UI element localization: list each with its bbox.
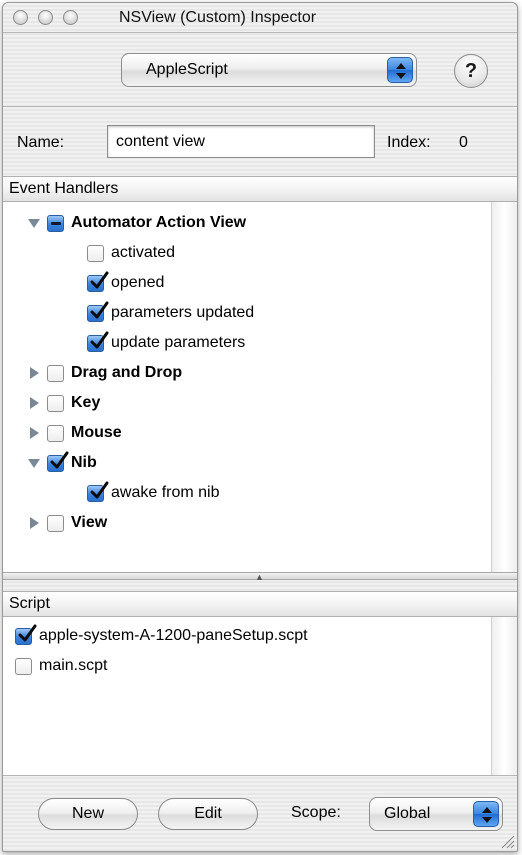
outline-group-row[interactable]: Drag and Drop bbox=[27, 358, 182, 388]
outline-group-row[interactable]: Automator Action View bbox=[27, 208, 246, 238]
edit-button[interactable]: Edit bbox=[158, 798, 258, 830]
script-label: main.scpt bbox=[39, 657, 108, 674]
index-value: 0 bbox=[459, 134, 468, 151]
scope-popup[interactable]: Global bbox=[369, 797, 503, 831]
script-list: apple-system-A-1200-paneSetup.scpt main.… bbox=[3, 617, 517, 775]
event-handlers-header-label: Event Handlers bbox=[9, 180, 119, 197]
script-checkbox[interactable] bbox=[15, 624, 37, 645]
script-row[interactable]: apple-system-A-1200-paneSetup.scpt bbox=[15, 621, 308, 651]
name-field[interactable] bbox=[107, 125, 375, 158]
splitter-grip-icon: ▲ bbox=[255, 572, 264, 582]
handler-label: activated bbox=[111, 244, 176, 261]
handler-checkbox[interactable] bbox=[87, 244, 104, 262]
script-list-scrollbar[interactable] bbox=[491, 617, 517, 775]
minimize-window-button[interactable] bbox=[38, 10, 53, 25]
name-label: Name: bbox=[17, 134, 65, 151]
outline-group-row[interactable]: Mouse bbox=[27, 418, 122, 448]
handler-label: opened bbox=[111, 274, 165, 291]
disclosure-open-icon[interactable] bbox=[27, 216, 41, 230]
outline-scrollbar[interactable] bbox=[491, 202, 517, 572]
script-row[interactable]: main.scpt bbox=[15, 651, 107, 681]
script-checkbox[interactable] bbox=[15, 657, 32, 675]
outline-group-row[interactable]: View bbox=[27, 508, 107, 538]
checkmark-icon bbox=[90, 481, 109, 498]
handler-checkbox[interactable] bbox=[87, 301, 109, 322]
zoom-window-button[interactable] bbox=[63, 10, 78, 25]
disclosure-closed-icon[interactable] bbox=[27, 516, 41, 530]
divider bbox=[3, 775, 517, 776]
handler-label: update parameters bbox=[111, 334, 246, 351]
checkmark-icon bbox=[90, 331, 109, 348]
popup-arrows-icon bbox=[473, 801, 499, 827]
group-checkbox-mixed[interactable] bbox=[47, 214, 64, 232]
group-label: Automator Action View bbox=[71, 214, 247, 231]
handler-checkbox[interactable] bbox=[87, 481, 109, 502]
disclosure-open-icon[interactable] bbox=[27, 456, 41, 470]
group-label: Mouse bbox=[71, 424, 122, 441]
event-handlers-header: Event Handlers bbox=[3, 176, 517, 202]
title-bar: NSView (Custom) Inspector bbox=[3, 3, 517, 33]
group-checkbox[interactable] bbox=[47, 451, 69, 472]
popup-arrows-icon bbox=[387, 57, 413, 83]
script-label: apple-system-A-1200-paneSetup.scpt bbox=[39, 627, 308, 644]
scope-popup-value: Global bbox=[384, 805, 431, 822]
resize-grip-icon[interactable] bbox=[499, 833, 515, 849]
pane-popup-label: AppleScript bbox=[146, 61, 228, 78]
group-label: View bbox=[71, 514, 108, 531]
help-button[interactable]: ? bbox=[454, 54, 488, 88]
close-window-button[interactable] bbox=[13, 10, 28, 25]
outline-group-row[interactable]: Key bbox=[27, 388, 100, 418]
checkmark-icon bbox=[18, 624, 37, 641]
group-label: Key bbox=[71, 394, 101, 411]
script-header: Script bbox=[3, 591, 517, 617]
group-label: Nib bbox=[71, 454, 97, 471]
scope-label: Scope: bbox=[291, 804, 341, 821]
script-header-label: Script bbox=[9, 595, 50, 612]
handler-row[interactable]: activated bbox=[87, 238, 175, 268]
group-checkbox[interactable] bbox=[47, 514, 64, 532]
handler-row[interactable]: update parameters bbox=[87, 328, 245, 358]
split-view-divider[interactable]: ▲ bbox=[3, 572, 517, 582]
disclosure-closed-icon[interactable] bbox=[27, 396, 41, 410]
checkmark-icon bbox=[90, 271, 109, 288]
disclosure-closed-icon[interactable] bbox=[27, 366, 41, 380]
outline-group-row[interactable]: Nib bbox=[27, 448, 97, 478]
handler-row[interactable]: opened bbox=[87, 268, 164, 298]
handler-row[interactable]: parameters updated bbox=[87, 298, 254, 328]
window-title: NSView (Custom) Inspector bbox=[119, 9, 317, 26]
group-checkbox[interactable] bbox=[47, 364, 64, 382]
pane-popup[interactable]: AppleScript bbox=[121, 53, 417, 87]
handler-label: awake from nib bbox=[111, 484, 220, 501]
group-label: Drag and Drop bbox=[71, 364, 183, 381]
checkmark-icon bbox=[90, 301, 109, 318]
divider bbox=[3, 106, 517, 107]
group-checkbox[interactable] bbox=[47, 424, 64, 442]
handler-checkbox[interactable] bbox=[87, 331, 109, 352]
new-button[interactable]: New bbox=[38, 798, 138, 830]
index-label: Index: bbox=[387, 134, 431, 151]
handler-row[interactable]: awake from nib bbox=[87, 478, 220, 508]
handler-label: parameters updated bbox=[111, 304, 255, 321]
checkmark-icon bbox=[50, 451, 69, 468]
inspector-window: NSView (Custom) Inspector AppleScript ? … bbox=[2, 2, 518, 852]
handler-checkbox[interactable] bbox=[87, 271, 109, 292]
group-checkbox[interactable] bbox=[47, 394, 64, 412]
disclosure-closed-icon[interactable] bbox=[27, 426, 41, 440]
event-handlers-outline: Automator Action View activated opened p… bbox=[3, 202, 517, 572]
